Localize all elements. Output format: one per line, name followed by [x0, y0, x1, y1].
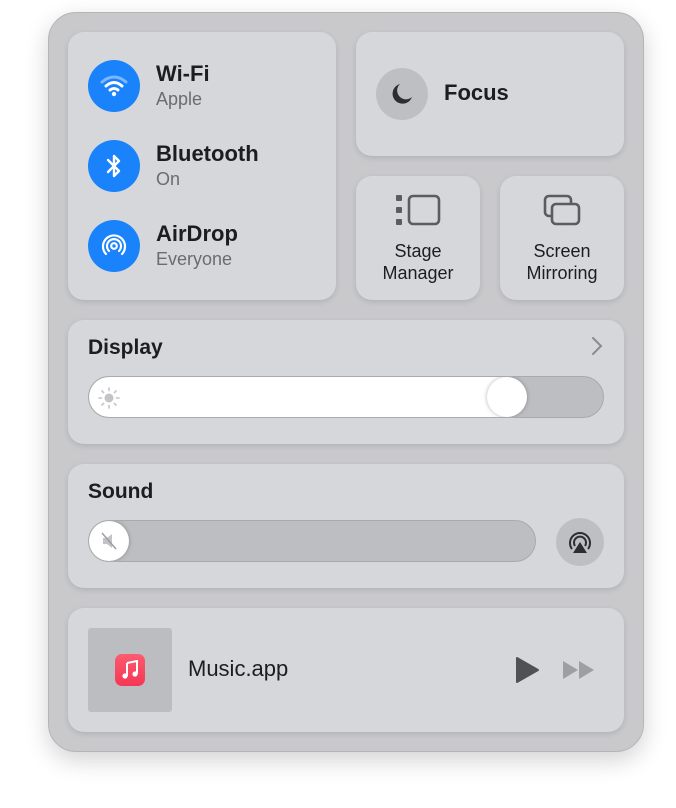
wifi-network: Apple [156, 89, 203, 109]
album-art [88, 628, 172, 712]
play-button[interactable] [514, 656, 540, 684]
airdrop-status: Everyone [156, 249, 233, 269]
display-title: Display [88, 336, 163, 359]
bluetooth-status: On [156, 169, 181, 189]
focus-tile[interactable]: Focus [356, 32, 624, 156]
music-note-icon [122, 660, 138, 679]
volume-slider[interactable] [88, 520, 536, 562]
moon-icon [392, 84, 412, 104]
display-tile: Display [68, 320, 624, 444]
bluetooth-row[interactable]: Bluetooth On [88, 140, 259, 192]
brightness-slider[interactable] [88, 376, 604, 418]
wifi-row[interactable]: Wi-Fi Apple [88, 60, 210, 112]
stage-manager-label: Stage Manager [382, 241, 454, 283]
brightness-knob[interactable] [487, 377, 528, 417]
stage-manager-button[interactable]: Stage Manager [356, 176, 480, 300]
wifi-label: Wi-Fi [156, 61, 210, 86]
wifi-toggle[interactable] [88, 60, 140, 112]
screen-mirroring-label: Screen Mirroring [526, 241, 598, 283]
music-app-icon [115, 654, 145, 686]
stage-manager-icon [396, 194, 441, 226]
focus-label: Focus [444, 80, 509, 105]
sun-icon [98, 387, 120, 409]
sound-tile: Sound [68, 464, 624, 588]
airdrop-label: AirDrop [156, 221, 238, 246]
now-playing-tile: Music.app [68, 608, 624, 732]
airdrop-row[interactable]: AirDrop Everyone [88, 220, 238, 272]
bluetooth-toggle[interactable] [88, 140, 140, 192]
airdrop-icon [101, 234, 127, 256]
fast-forward-button[interactable] [562, 659, 596, 681]
connectivity-tile: Wi-Fi Apple Bluetooth On AirDrop Everyon… [68, 32, 336, 300]
focus-toggle[interactable] [376, 68, 428, 120]
screen-mirroring-button[interactable]: Screen Mirroring [500, 176, 624, 300]
bluetooth-icon [106, 154, 121, 178]
sound-title: Sound [88, 480, 154, 503]
airplay-audio-icon [569, 532, 591, 553]
airdrop-toggle[interactable] [88, 220, 140, 272]
speaker-muted-icon [101, 532, 117, 550]
chevron-right-icon[interactable] [590, 336, 604, 356]
screen-mirroring-icon [543, 194, 581, 226]
bluetooth-label: Bluetooth [156, 141, 259, 166]
brightness-fill [89, 377, 508, 417]
wifi-icon [100, 75, 128, 97]
airplay-button[interactable] [556, 518, 604, 566]
now-playing-title: Music.app [188, 656, 289, 681]
